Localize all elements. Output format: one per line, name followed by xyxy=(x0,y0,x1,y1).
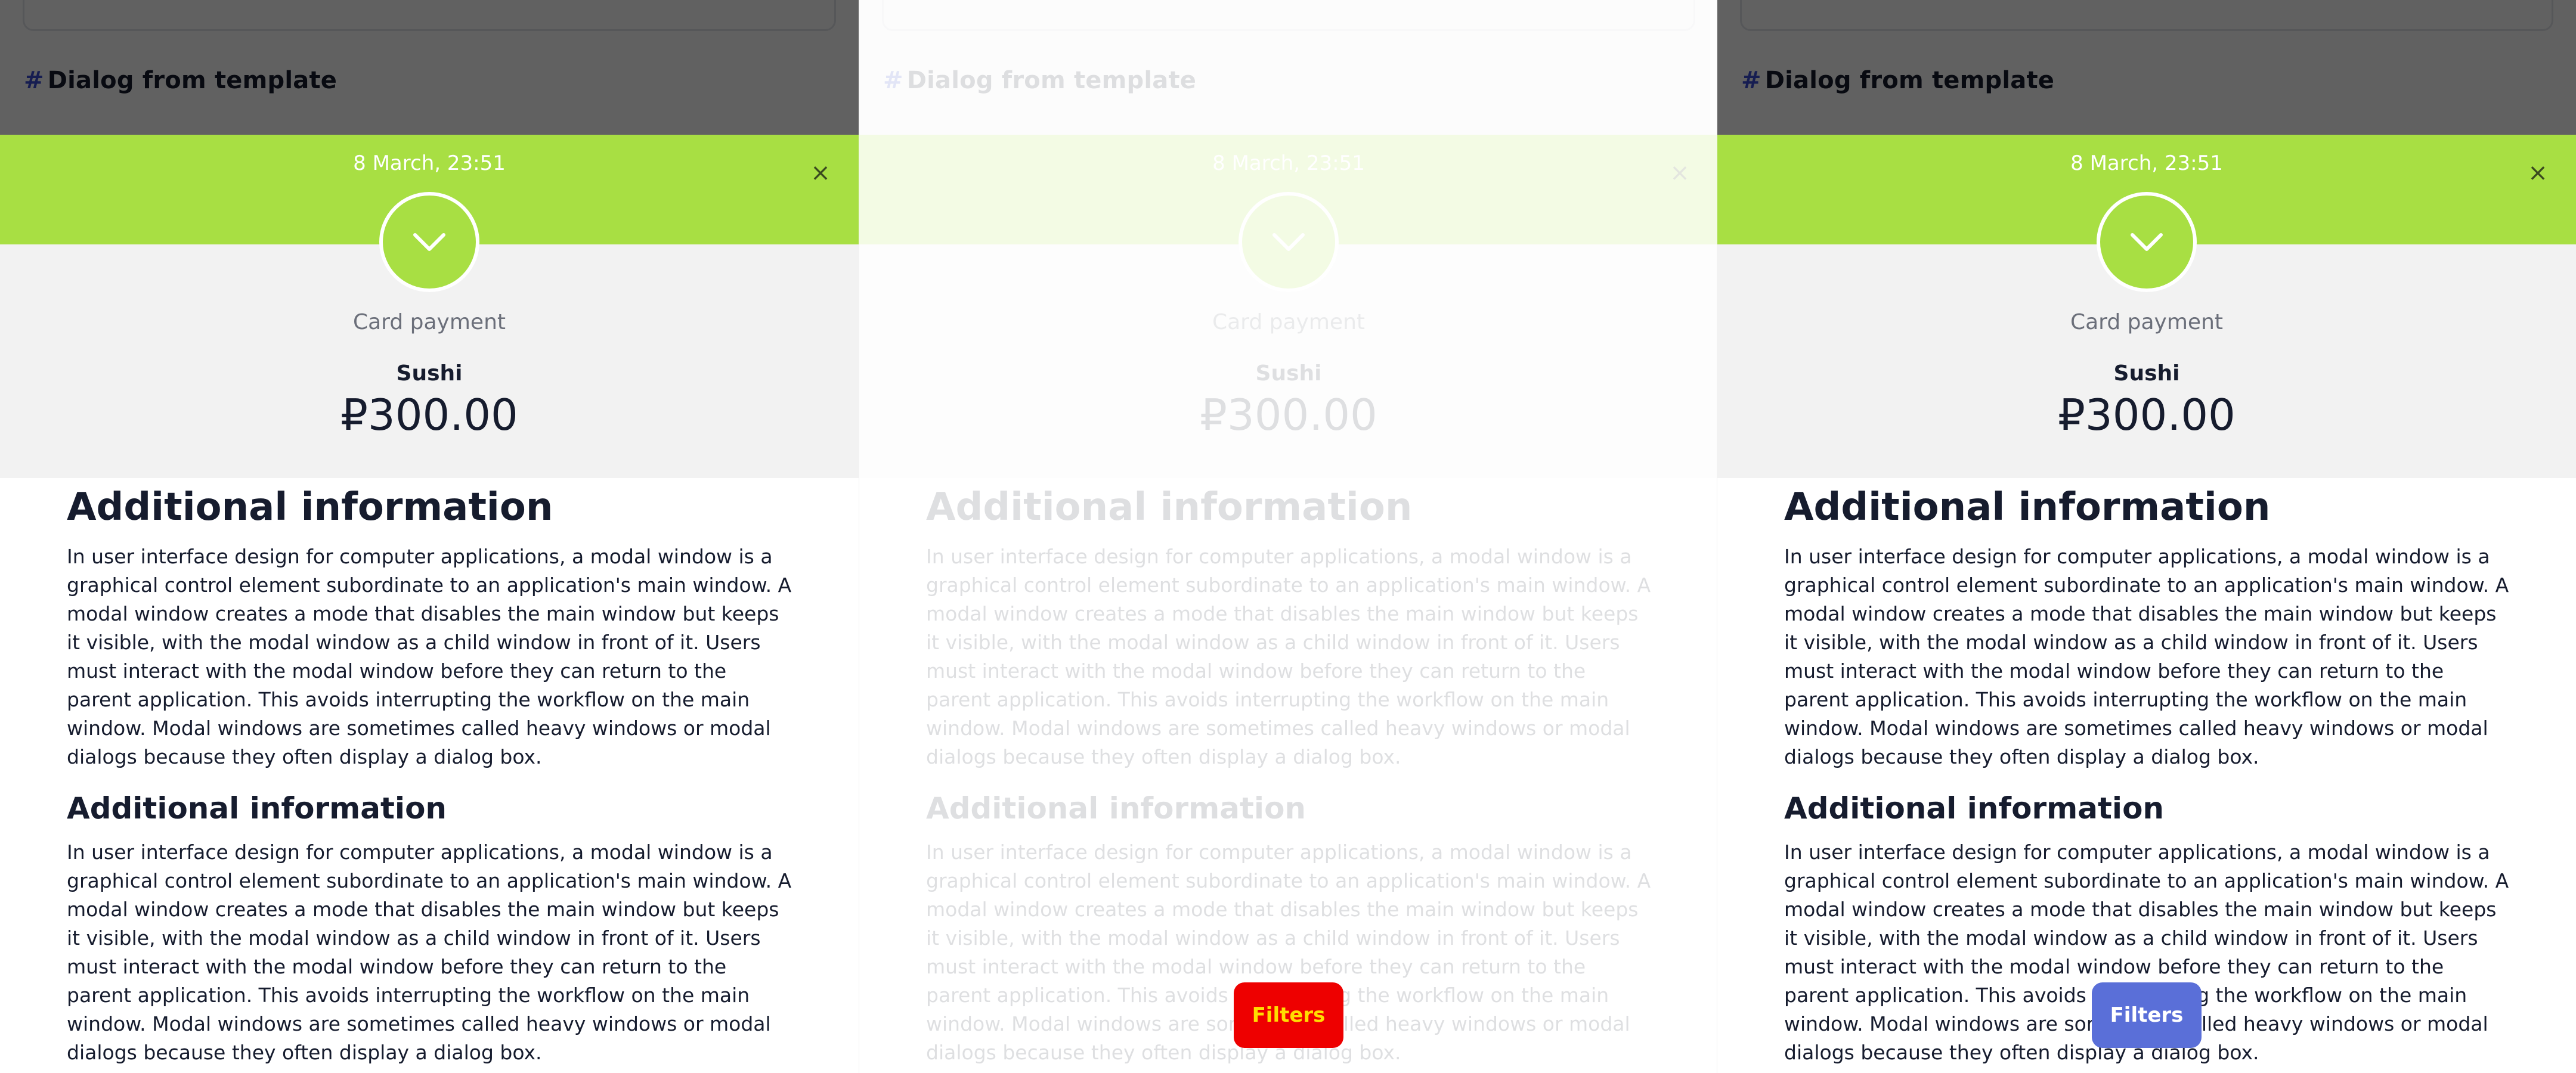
dialog-datetime: 8 March, 23:51 xyxy=(353,151,506,175)
heading-large: Additional information xyxy=(1784,485,2271,529)
dialog-sheet: 8 March, 23:51 × Card payment Sushi ₽300… xyxy=(1717,135,2576,1073)
payment-method: Card payment xyxy=(2070,310,2224,334)
dialog-sheet: 8 March, 23:51 × Card payment Sushi ₽300… xyxy=(859,135,1717,1073)
item-name: Sushi xyxy=(396,361,463,386)
close-icon[interactable]: × xyxy=(2524,159,2552,187)
screen-panel-right: #Dialog from template 8 March, 23:51 × C… xyxy=(1717,0,2576,1073)
chevron-down-icon xyxy=(2131,233,2163,251)
close-icon[interactable]: × xyxy=(806,159,835,187)
status-circle xyxy=(379,192,479,292)
heading-medium: Additional information xyxy=(67,791,447,826)
chevron-down-icon xyxy=(1272,233,1305,251)
dialog-content: Additional information In user interface… xyxy=(67,475,794,1067)
heading-large: Additional information xyxy=(926,485,1413,529)
paragraph: In user interface design for computer ap… xyxy=(67,841,792,1064)
status-circle xyxy=(1239,192,1339,292)
item-name: Sushi xyxy=(2113,361,2180,386)
modal-backdrop[interactable] xyxy=(1717,0,2576,136)
amount: ₽300.00 xyxy=(340,390,518,440)
filters-button[interactable]: Filters xyxy=(2092,982,2202,1048)
amount: ₽300.00 xyxy=(2058,390,2236,440)
close-icon[interactable]: × xyxy=(1665,159,1694,187)
chevron-down-icon xyxy=(413,233,445,251)
heading-medium: Additional information xyxy=(926,791,1306,826)
screen-panel-left: #Dialog from template 8 March, 23:51 × C… xyxy=(0,0,859,1073)
screens-stage: #Dialog from template 8 March, 23:51 × C… xyxy=(0,0,2576,1073)
screen-panel-middle: # Dialog from template 8 March, 23:51 × C… xyxy=(859,0,1717,1073)
amount: ₽300.00 xyxy=(1200,390,1377,440)
dialog-content: Additional information In user interface… xyxy=(1784,475,2512,1067)
paragraph: In user interface design for computer ap… xyxy=(926,545,1651,768)
paragraph: In user interface design for computer ap… xyxy=(1784,545,2509,768)
heading-large: Additional information xyxy=(67,485,553,529)
modal-backdrop[interactable] xyxy=(859,0,1717,136)
filters-button[interactable]: Filters xyxy=(1234,982,1343,1048)
paragraph: In user interface design for computer ap… xyxy=(67,545,792,768)
payment-method: Card payment xyxy=(1212,310,1366,334)
dialog-sheet: 8 March, 23:51 × Card payment Sushi ₽300… xyxy=(0,135,859,1073)
dialog-content: Additional information In user interface… xyxy=(926,475,1654,1067)
item-name: Sushi xyxy=(1255,361,1322,386)
status-circle xyxy=(2097,192,2197,292)
dialog-datetime: 8 March, 23:51 xyxy=(1212,151,1365,175)
heading-medium: Additional information xyxy=(1784,791,2165,826)
payment-method: Card payment xyxy=(352,310,506,334)
dialog-datetime: 8 March, 23:51 xyxy=(2070,151,2223,175)
modal-backdrop[interactable] xyxy=(0,0,859,136)
